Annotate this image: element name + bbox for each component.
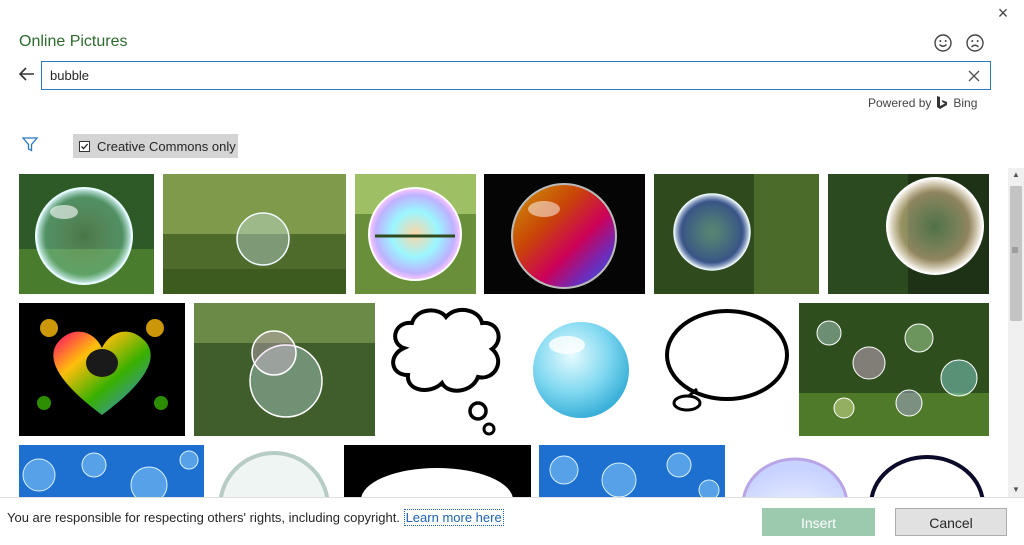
- powered-by: Powered by Bing: [868, 96, 977, 110]
- search-field[interactable]: [41, 61, 991, 90]
- result-thumbnail[interactable]: [539, 445, 725, 497]
- checkbox-icon[interactable]: [79, 140, 90, 152]
- result-thumbnail[interactable]: [344, 445, 531, 497]
- result-thumbnail[interactable]: [212, 445, 336, 497]
- creative-commons-label: Creative Commons only: [97, 138, 236, 154]
- bing-logo-icon: [937, 96, 948, 109]
- powered-by-label: Powered by: [868, 96, 932, 110]
- close-icon[interactable]: ×: [992, 4, 1014, 24]
- result-thumbnail[interactable]: [19, 445, 204, 497]
- creative-commons-checkbox[interactable]: Creative Commons only: [73, 134, 238, 158]
- cancel-button[interactable]: Cancel: [895, 508, 1007, 536]
- frown-icon[interactable]: [965, 33, 985, 53]
- result-thumbnail[interactable]: [657, 303, 791, 436]
- copyright-notice-text: You are responsible for respecting other…: [7, 510, 400, 525]
- result-thumbnail[interactable]: [515, 303, 648, 436]
- result-thumbnail[interactable]: [384, 303, 507, 436]
- result-thumbnail[interactable]: [733, 445, 857, 497]
- result-thumbnail[interactable]: [163, 174, 346, 294]
- filter-icon[interactable]: [22, 137, 38, 152]
- scroll-down-icon[interactable]: ▼: [1008, 483, 1024, 497]
- results-scrollbar[interactable]: ▲ ▼: [1008, 168, 1024, 497]
- copyright-notice: You are responsible for respecting other…: [7, 509, 504, 526]
- result-thumbnail[interactable]: [828, 174, 989, 294]
- result-thumbnail[interactable]: [484, 174, 645, 294]
- scroll-up-icon[interactable]: ▲: [1008, 168, 1024, 182]
- learn-more-link[interactable]: Learn more here: [403, 509, 504, 526]
- result-thumbnail[interactable]: [194, 303, 375, 436]
- result-thumbnail[interactable]: [355, 174, 476, 294]
- footer-divider: [0, 497, 1024, 498]
- results-grid: [0, 168, 1008, 497]
- dialog-title: Online Pictures: [19, 33, 128, 50]
- bing-label: Bing: [953, 96, 978, 110]
- result-thumbnail[interactable]: [654, 174, 819, 294]
- smile-icon[interactable]: [933, 33, 953, 53]
- back-arrow-icon[interactable]: [16, 63, 38, 85]
- clear-icon[interactable]: [966, 68, 982, 84]
- result-thumbnail[interactable]: [799, 303, 989, 436]
- search-input[interactable]: [50, 65, 950, 86]
- scroll-grip-icon: [1012, 247, 1018, 253]
- result-thumbnail[interactable]: [865, 445, 989, 497]
- result-thumbnail[interactable]: [19, 303, 185, 436]
- insert-button[interactable]: Insert: [762, 508, 875, 536]
- result-thumbnail[interactable]: [19, 174, 154, 294]
